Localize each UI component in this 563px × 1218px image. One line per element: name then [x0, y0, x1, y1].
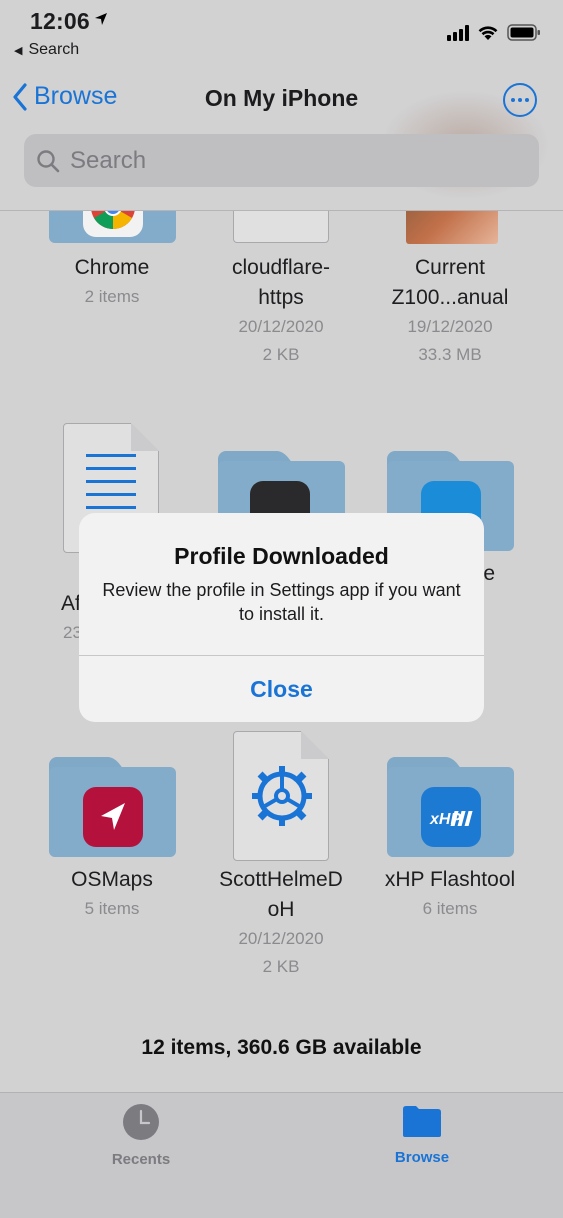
item-name: Chrome	[74, 256, 150, 279]
item-meta: 2 items	[84, 287, 140, 306]
storage-summary: 12 items, 360.6 GB available	[141, 1036, 422, 1059]
status-back-to-search[interactable]: ◀ Search	[14, 41, 79, 59]
cellular-signal-icon	[447, 25, 469, 41]
folder-osmaps[interactable]	[49, 757, 176, 857]
tab-browse-label: Browse	[394, 1149, 450, 1166]
location-arrow-icon	[95, 13, 107, 25]
battery-icon	[507, 24, 540, 41]
item-osmaps[interactable]: OSMaps 5 items	[27, 865, 197, 923]
page-title: On My iPhone	[204, 85, 359, 111]
status-back-label: Search	[28, 41, 80, 58]
chrome-app-icon	[83, 211, 143, 237]
item-name-line2: oH	[267, 898, 295, 921]
search-icon	[37, 149, 60, 172]
item-date: 20/12/2020	[238, 317, 324, 336]
folder-xhp[interactable]: xHP	[387, 757, 514, 857]
tab-browse[interactable]: Browse	[362, 1103, 482, 1166]
tab-recents[interactable]: Recents	[81, 1103, 201, 1168]
item-name-line2: https	[258, 286, 304, 309]
item-name-line1: cloudflare-	[231, 256, 331, 279]
item-date: 19/12/2020	[407, 317, 493, 336]
file-icon-cloudflare[interactable]	[233, 211, 329, 243]
item-scotthelme[interactable]: ScottHelmeD oH 20/12/2020 2 KB	[196, 865, 366, 981]
item-size: 2 KB	[262, 957, 300, 976]
profile-downloaded-alert: Profile Downloaded Review the profile in…	[79, 513, 484, 722]
search-field[interactable]: Search	[24, 134, 539, 187]
wifi-icon	[478, 26, 498, 40]
item-name-line2: Z100...anual	[391, 286, 509, 309]
item-meta: 6 items	[422, 899, 478, 918]
status-time: 12:06	[30, 8, 90, 34]
item-chrome[interactable]: Chrome 2 items	[27, 253, 197, 311]
back-triangle-icon: ◀	[14, 44, 23, 57]
close-button[interactable]: Close	[79, 656, 484, 722]
item-size: 33.3 MB	[418, 345, 482, 364]
item-xhp[interactable]: xHP Flashtool 6 items	[365, 865, 535, 923]
more-options-button[interactable]	[503, 83, 537, 117]
ellipsis-icon	[511, 98, 515, 102]
item-size: 2 KB	[262, 345, 300, 364]
clock-icon	[123, 1104, 159, 1140]
item-name: OSMaps	[71, 868, 153, 891]
item-date: 20/12/2020	[238, 929, 324, 948]
search-placeholder: Search	[70, 146, 147, 174]
alert-title: Profile Downloaded	[174, 543, 389, 569]
item-name-line1: ScottHelmeD	[219, 868, 343, 891]
alert-message: Review the profile in Settings app if yo…	[102, 580, 461, 624]
image-thumbnail-current[interactable]	[406, 211, 498, 244]
tab-recents-label: Recents	[111, 1151, 171, 1168]
item-meta: 5 items	[84, 899, 140, 918]
settings-gear-icon	[252, 766, 312, 826]
folder-icon	[403, 1106, 441, 1137]
status-indicators	[447, 24, 541, 41]
item-name: xHP Flashtool	[384, 868, 516, 891]
xhp-app-icon: xHP	[421, 787, 481, 847]
tab-bar: Recents Browse	[0, 1092, 563, 1218]
item-name-line1: Current	[414, 256, 486, 279]
item-current[interactable]: Current Z100...anual 19/12/2020 33.3 MB	[365, 253, 535, 369]
folder-chrome[interactable]	[49, 211, 176, 243]
document-lines-icon	[86, 454, 136, 509]
osmaps-app-icon	[83, 787, 143, 847]
item-cloudflare[interactable]: cloudflare- https 20/12/2020 2 KB	[196, 253, 366, 369]
file-icon-scotthelme[interactable]	[233, 731, 329, 861]
